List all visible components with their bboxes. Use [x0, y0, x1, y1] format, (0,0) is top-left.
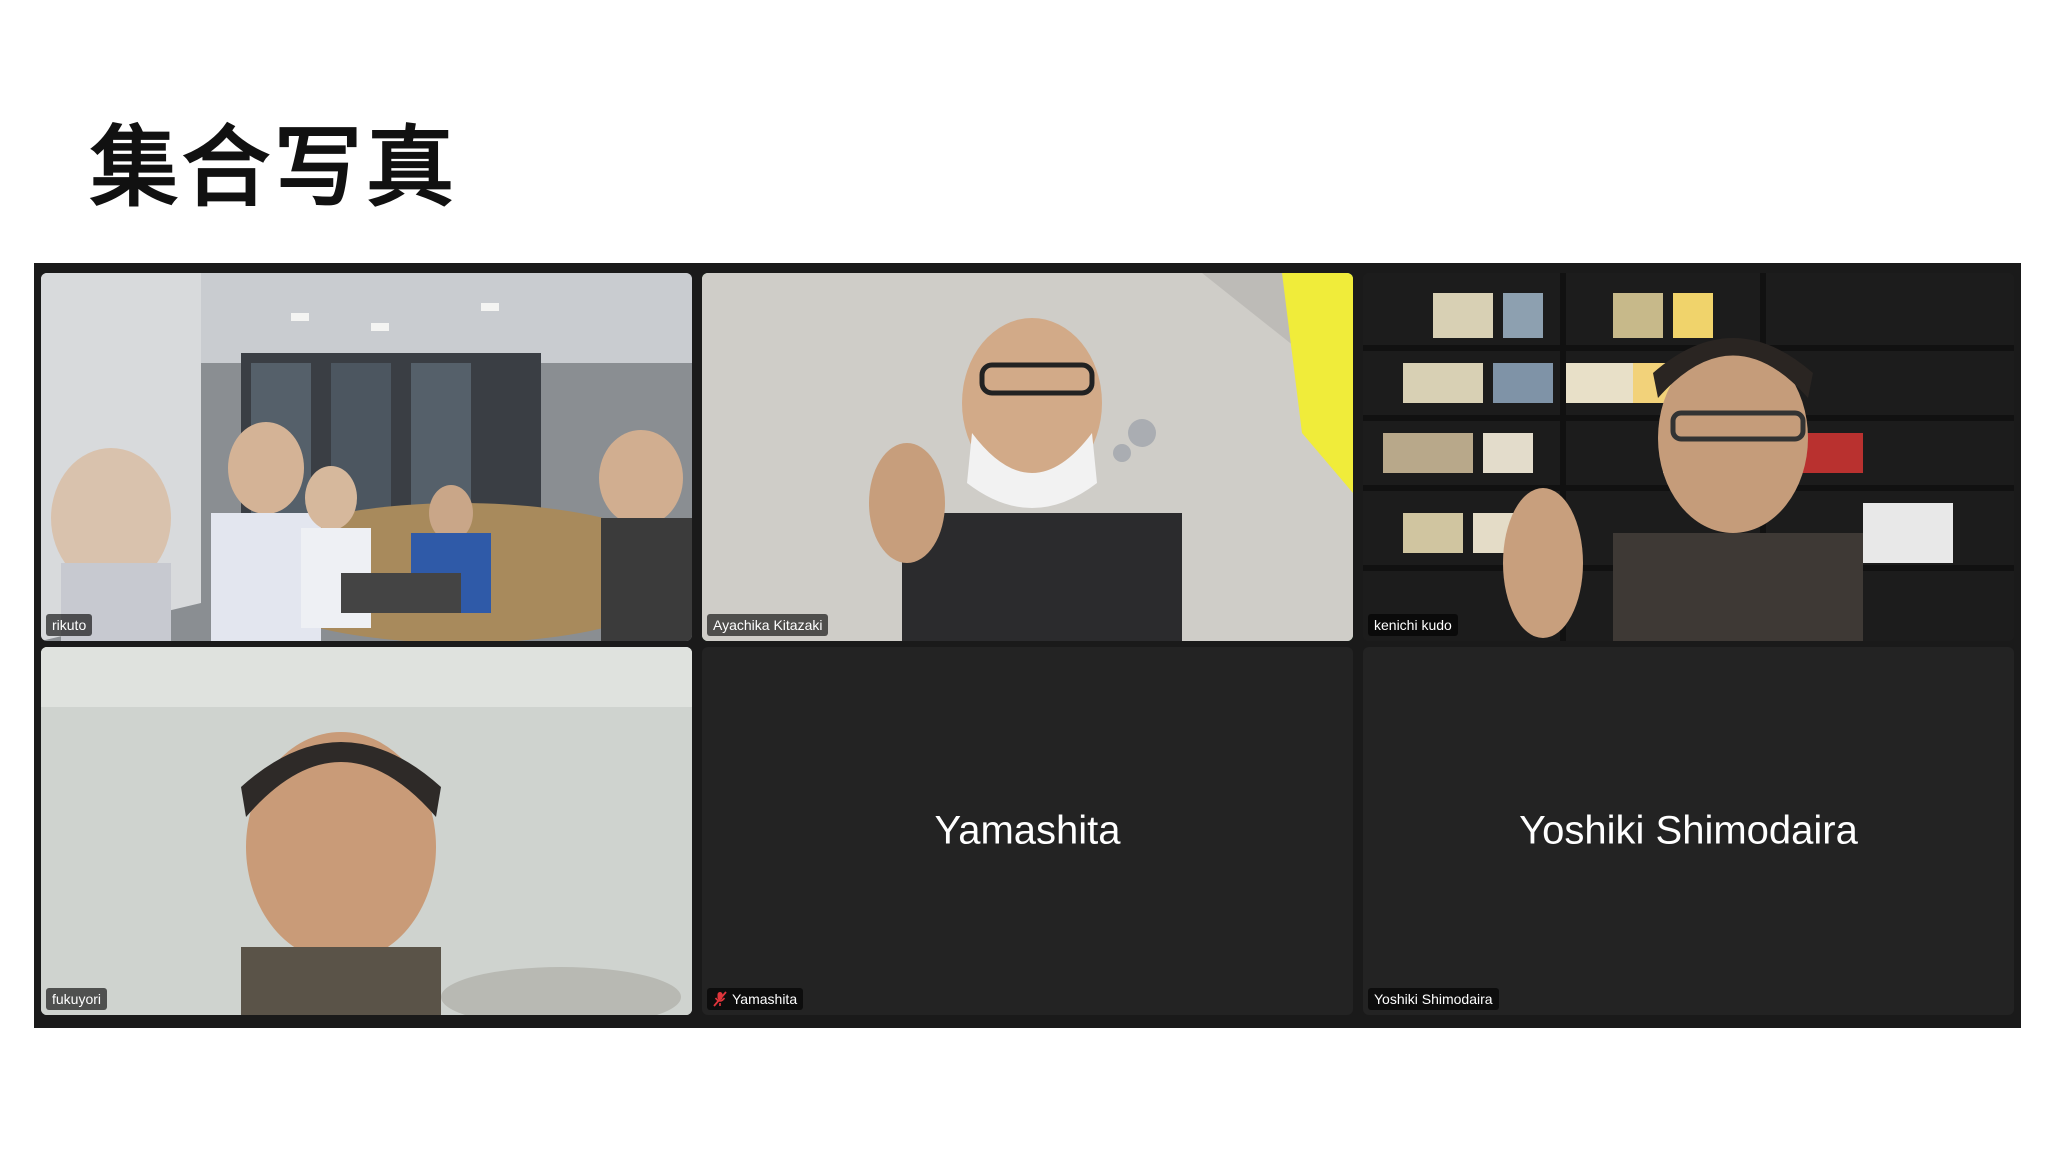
participant-tile-fukuyori[interactable]: fukuyori [41, 647, 692, 1015]
participant-name: kenichi kudo [1374, 617, 1452, 633]
video-feed-fukuyori [41, 647, 692, 1015]
participant-display-name: Yoshiki Shimodaira [1519, 808, 1858, 853]
participant-tile-ayachika-kitazaki[interactable]: Ayachika Kitazaki [702, 273, 1353, 641]
name-tag-ayachika-kitazaki: Ayachika Kitazaki [707, 614, 829, 636]
video-feed-rikuto [41, 273, 692, 641]
participant-tile-kenichi-kudo[interactable]: kenichi kudo [1363, 273, 2014, 641]
participant-name: Yoshiki Shimodaira [1374, 991, 1493, 1007]
name-tag-fukuyori: fukuyori [46, 988, 108, 1010]
participant-name: Ayachika Kitazaki [713, 617, 823, 633]
participant-tile-rikuto[interactable]: rikuto [41, 273, 692, 641]
video-feed-ayachika-kitazaki [702, 273, 1353, 641]
video-gallery: rikuto Ayachika Kitazaki kenichi kudo fu… [34, 263, 2021, 1028]
participant-name: fukuyori [52, 991, 102, 1007]
microphone-muted-icon [713, 991, 727, 1007]
participant-tile-yoshiki-shimodaira[interactable]: Yoshiki Shimodaira Yoshiki Shimodaira [1363, 647, 2014, 1015]
slide-title: 集合写真 [90, 116, 459, 219]
participant-name: Yamashita [732, 991, 798, 1007]
name-tag-yoshiki-shimodaira: Yoshiki Shimodaira [1368, 988, 1499, 1010]
video-feed-kenichi-kudo [1363, 273, 2014, 641]
name-tag-kenichi-kudo: kenichi kudo [1368, 614, 1458, 636]
name-tag-yamashita: Yamashita [707, 988, 804, 1010]
participant-name: rikuto [52, 617, 87, 633]
participant-display-name: Yamashita [934, 808, 1121, 853]
name-tag-rikuto: rikuto [46, 614, 93, 636]
participant-tile-yamashita[interactable]: Yamashita Yamashita [702, 647, 1353, 1015]
